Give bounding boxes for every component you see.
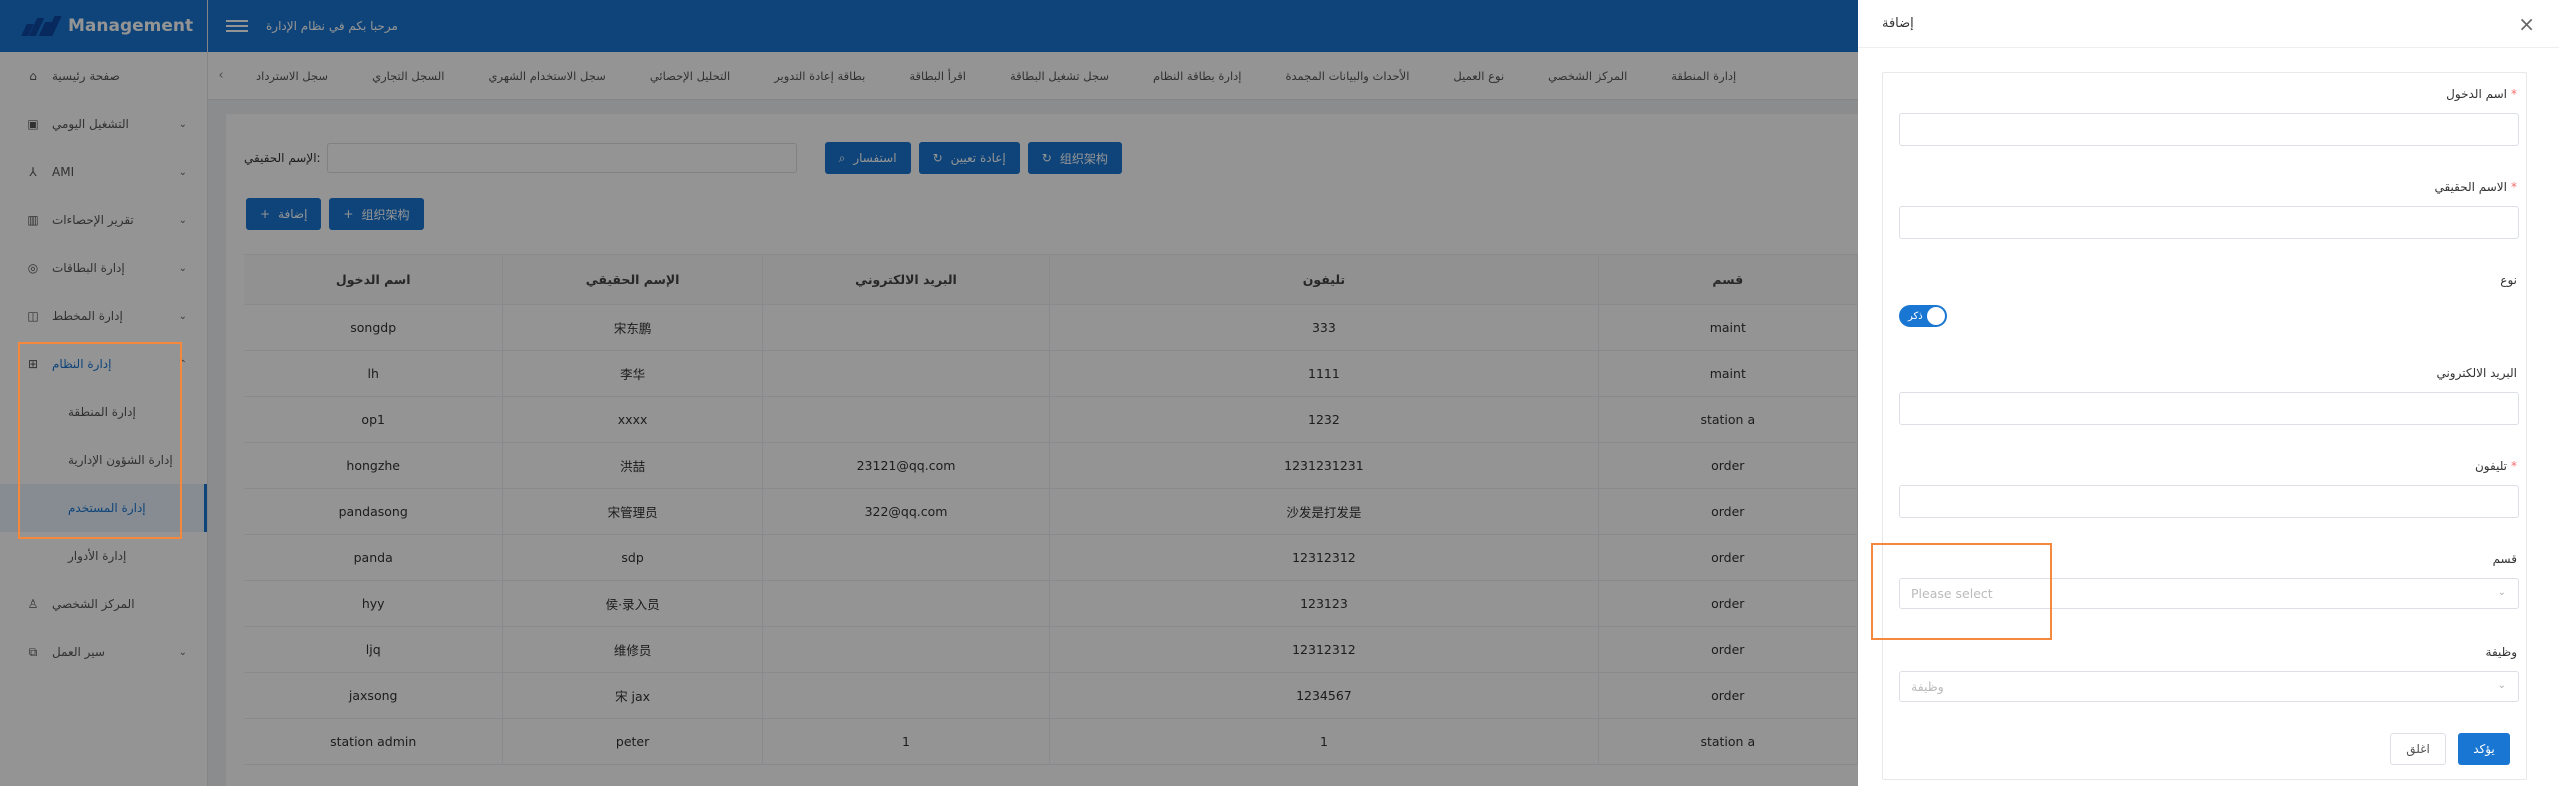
phone-field[interactable] (1899, 485, 2519, 518)
chevron-down-icon: ⌄ (2497, 587, 2506, 598)
close-icon[interactable]: × (2518, 14, 2535, 34)
job-placeholder: وظيفة (1911, 679, 1944, 694)
email-label: البريد الالكتروني (2436, 366, 2517, 380)
department-placeholder: Please select (1911, 586, 1993, 601)
phone-label: تليفون * (2474, 459, 2517, 473)
real-name-field[interactable] (1899, 206, 2519, 239)
phone-group: تليفون * (1899, 459, 2519, 518)
real-name-label: الاسم الحقيقي * (2434, 180, 2517, 194)
cancel-button[interactable]: اغلق (2390, 733, 2446, 765)
department-select[interactable]: Please select ⌄ (1899, 578, 2519, 609)
login-name-field[interactable] (1899, 113, 2519, 146)
chevron-down-icon: ⌄ (2497, 680, 2506, 691)
add-user-form: اسم الدخول * الاسم الحقيقي * نوع ذكر البري… (1882, 72, 2527, 780)
drawer-header: إضافة × (1858, 0, 2559, 48)
login-name-label: اسم الدخول * (2446, 87, 2517, 101)
gender-toggle-text: ذكر (1908, 310, 1923, 322)
required-mark: * (2511, 459, 2517, 473)
email-field[interactable] (1899, 392, 2519, 425)
add-user-drawer: إضافة × اسم الدخول * الاسم الحقيقي * نوع ذ… (1858, 0, 2559, 786)
email-group: البريد الالكتروني (1899, 366, 2519, 425)
gender-toggle[interactable]: ذكر (1899, 305, 1947, 327)
toggle-knob (1927, 307, 1945, 325)
gender-label: نوع (2500, 273, 2517, 287)
required-mark: * (2511, 180, 2517, 194)
gender-group: نوع ذكر (1899, 273, 2519, 327)
real-name-group: الاسم الحقيقي * (1899, 180, 2519, 239)
department-label: قسم (2492, 552, 2517, 566)
required-mark: * (2511, 87, 2517, 101)
job-select[interactable]: وظيفة ⌄ (1899, 671, 2519, 702)
department-group: قسم Please select ⌄ (1899, 552, 2519, 609)
drawer-title: إضافة (1882, 16, 1914, 31)
form-actions: اغلق يؤكد (2390, 733, 2510, 765)
job-group: وظيفة وظيفة ⌄ (1899, 645, 2519, 702)
job-label: وظيفة (2485, 645, 2517, 659)
confirm-button[interactable]: يؤكد (2458, 733, 2510, 765)
modal-backdrop[interactable] (0, 0, 1858, 786)
login-name-group: اسم الدخول * (1899, 87, 2519, 146)
